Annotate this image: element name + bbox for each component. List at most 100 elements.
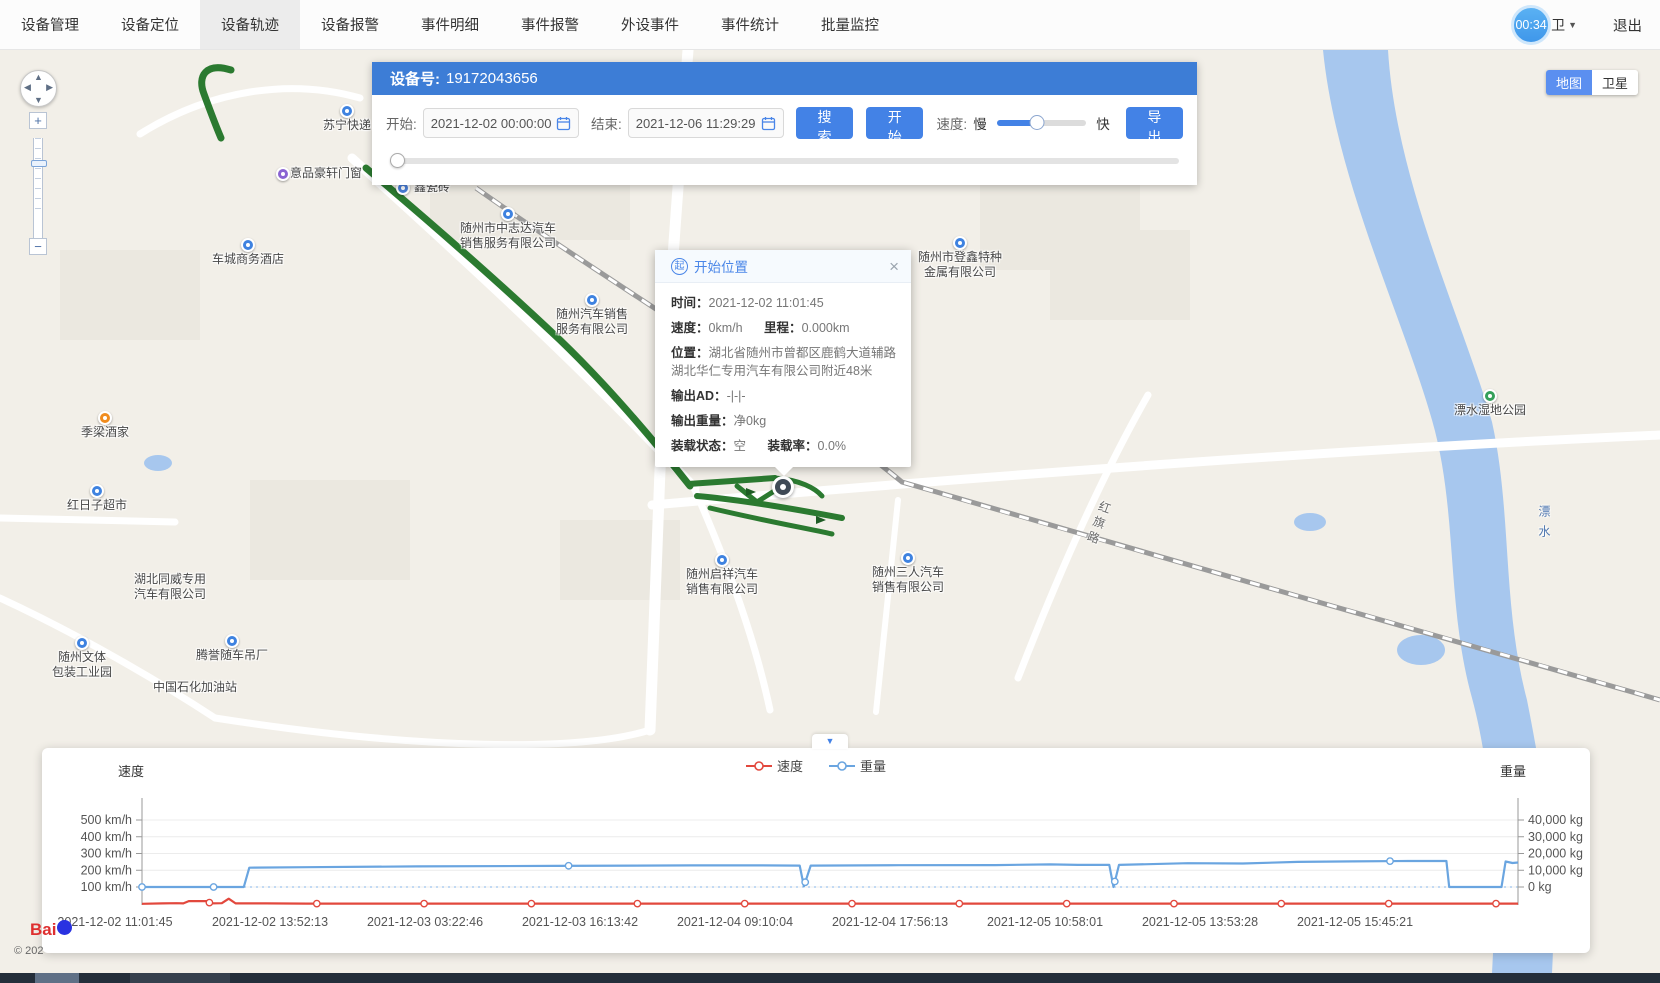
speed-label: 速度: bbox=[936, 113, 967, 133]
zoom-in-button[interactable]: + bbox=[29, 112, 47, 129]
export-button[interactable]: 导出 bbox=[1126, 107, 1183, 139]
user-menu[interactable]: 卫 ▼ bbox=[1551, 15, 1577, 35]
zoom-slider-track[interactable] bbox=[33, 138, 43, 238]
load-rate-label: 装载率： bbox=[768, 439, 818, 453]
map-poi: 随州启祥汽车销售有限公司 bbox=[686, 553, 758, 597]
popup-title: 开始位置 bbox=[694, 256, 889, 276]
track-progress-row bbox=[390, 153, 1179, 169]
bottom-edge-bar bbox=[0, 973, 1660, 983]
poi-label: 漂水湿地公园 bbox=[1454, 403, 1526, 418]
tab-外设事件[interactable]: 外设事件 bbox=[600, 0, 700, 49]
poi-icon bbox=[90, 484, 104, 498]
tab-事件明细[interactable]: 事件明细 bbox=[400, 0, 500, 49]
start-time-label: 开始: bbox=[386, 113, 417, 133]
map-layer-button[interactable]: 地图 bbox=[1546, 70, 1592, 95]
mileage-value: 0.000km bbox=[802, 321, 850, 335]
svg-text:40,000 kg: 40,000 kg bbox=[1528, 813, 1583, 827]
svg-text:30,000 kg: 30,000 kg bbox=[1528, 830, 1583, 844]
track-progress-handle[interactable] bbox=[390, 153, 405, 168]
end-time-input[interactable]: 2021-12-06 11:29:29 bbox=[628, 108, 784, 138]
track-progress-slider[interactable] bbox=[390, 158, 1179, 164]
zoom-out-button[interactable]: − bbox=[29, 238, 47, 255]
calendar-icon bbox=[556, 116, 571, 131]
start-time-input[interactable]: 2021-12-02 00:00:00 bbox=[423, 108, 579, 138]
svg-text:0 kg: 0 kg bbox=[1528, 880, 1552, 894]
map-type-toggle: 地图 卫星 bbox=[1546, 70, 1638, 95]
device-number-label: 设备号: bbox=[390, 68, 440, 89]
nav-right-area: 00:34 卫 ▼ 退出 bbox=[1511, 0, 1642, 50]
svg-text:2021-12-05 13:53:28: 2021-12-05 13:53:28 bbox=[1142, 915, 1258, 929]
pan-up-icon[interactable]: ▲ bbox=[34, 72, 43, 82]
playback-speed-handle[interactable] bbox=[1030, 115, 1045, 130]
poi-icon bbox=[276, 167, 290, 181]
play-track-button[interactable]: 开始 bbox=[866, 107, 923, 139]
svg-text:20,000 kg: 20,000 kg bbox=[1528, 847, 1583, 861]
time-label: 时间： bbox=[671, 296, 709, 310]
tab-事件报警[interactable]: 事件报警 bbox=[500, 0, 600, 49]
tab-事件统计[interactable]: 事件统计 bbox=[700, 0, 800, 49]
svg-text:2021-12-04 17:56:13: 2021-12-04 17:56:13 bbox=[832, 915, 948, 929]
vehicle-marker[interactable] bbox=[772, 476, 794, 498]
device-number-value: 19172043656 bbox=[446, 70, 538, 87]
poi-label: 意品豪轩门窗 bbox=[290, 166, 362, 181]
pan-down-icon[interactable]: ▼ bbox=[34, 95, 43, 105]
weight-output-label: 输出重量： bbox=[671, 414, 734, 428]
poi-icon bbox=[241, 238, 255, 252]
poi-label: 季梁酒家 bbox=[81, 425, 129, 440]
svg-text:2021-12-04 09:10:04: 2021-12-04 09:10:04 bbox=[677, 915, 793, 929]
pond bbox=[144, 455, 172, 471]
poi-icon bbox=[585, 293, 599, 307]
poi-icon bbox=[1483, 389, 1497, 403]
speed-label: 速度： bbox=[671, 321, 709, 335]
start-flag-icon: 起 bbox=[671, 258, 688, 275]
poi-label: 苏宁快递 bbox=[323, 118, 371, 133]
map-poi: 随州文体包装工业园 bbox=[52, 636, 112, 680]
map-poi: 红日子超市 bbox=[67, 484, 127, 513]
map-poi: 湖北同威专用汽车有限公司 bbox=[134, 572, 206, 602]
load-state-label: 装载状态： bbox=[671, 439, 734, 453]
top-navbar: 设备管理设备定位设备轨迹设备报警事件明细事件报警外设事件事件统计批量监控 00:… bbox=[0, 0, 1660, 50]
map-poi: 中国石化加油站 bbox=[153, 680, 237, 695]
poi-icon bbox=[75, 636, 89, 650]
map-copyright: © 202 bbox=[14, 945, 44, 957]
search-button[interactable]: 搜索 bbox=[796, 107, 853, 139]
pan-right-icon[interactable]: ▶ bbox=[46, 82, 53, 93]
map-pan-control[interactable]: ▲ ▼ ◀ ▶ bbox=[20, 70, 57, 107]
close-icon[interactable]: × bbox=[889, 258, 899, 275]
poi-icon bbox=[225, 634, 239, 648]
logout-button[interactable]: 退出 bbox=[1613, 15, 1642, 36]
poi-label: 随州三人汽车销售有限公司 bbox=[872, 565, 944, 595]
poi-label: 车城商务酒店 bbox=[212, 252, 284, 267]
poi-label: 随州文体包装工业园 bbox=[52, 650, 112, 680]
tab-设备管理[interactable]: 设备管理 bbox=[0, 0, 100, 49]
poi-icon bbox=[340, 104, 354, 118]
tab-设备报警[interactable]: 设备报警 bbox=[300, 0, 400, 49]
poi-label: 腾誉随车吊厂 bbox=[196, 648, 268, 663]
ad-output-value: -|-|- bbox=[727, 389, 746, 403]
svg-text:500 km/h: 500 km/h bbox=[81, 813, 132, 827]
svg-text:10,000 kg: 10,000 kg bbox=[1528, 863, 1583, 877]
satellite-layer-button[interactable]: 卫星 bbox=[1592, 70, 1638, 95]
collapse-arrow-icon: ▼ bbox=[826, 736, 835, 746]
end-time-label: 结束: bbox=[591, 113, 622, 133]
pond bbox=[1294, 513, 1326, 531]
poi-label: 红日子超市 bbox=[67, 498, 127, 513]
mileage-label: 里程： bbox=[764, 321, 802, 335]
playback-speed-slider[interactable] bbox=[997, 120, 1087, 126]
zoom-slider-handle[interactable] bbox=[31, 160, 47, 167]
location-label: 位置： bbox=[671, 346, 709, 360]
timer-badge[interactable]: 00:34 bbox=[1511, 5, 1551, 45]
svg-text:100 km/h: 100 km/h bbox=[81, 880, 132, 894]
poi-label: 随州市中志达汽车销售服务有限公司 bbox=[460, 221, 556, 251]
tab-批量监控[interactable]: 批量监控 bbox=[800, 0, 900, 49]
svg-text:2021-12-03 16:13:42: 2021-12-03 16:13:42 bbox=[522, 915, 638, 929]
tab-设备轨迹[interactable]: 设备轨迹 bbox=[200, 0, 300, 49]
device-track-panel: 设备号: 19172043656 开始: 2021-12-02 00:00:00… bbox=[372, 62, 1197, 185]
map-poi: 苏宁快递 bbox=[323, 104, 371, 133]
map-poi: 随州市中志达汽车销售服务有限公司 bbox=[460, 207, 556, 251]
pond bbox=[1397, 635, 1445, 665]
chart-collapse-tab[interactable]: ▼ bbox=[812, 734, 848, 749]
weight-output-value: 净0kg bbox=[734, 414, 767, 428]
tab-设备定位[interactable]: 设备定位 bbox=[100, 0, 200, 49]
pan-left-icon[interactable]: ◀ bbox=[24, 82, 31, 93]
